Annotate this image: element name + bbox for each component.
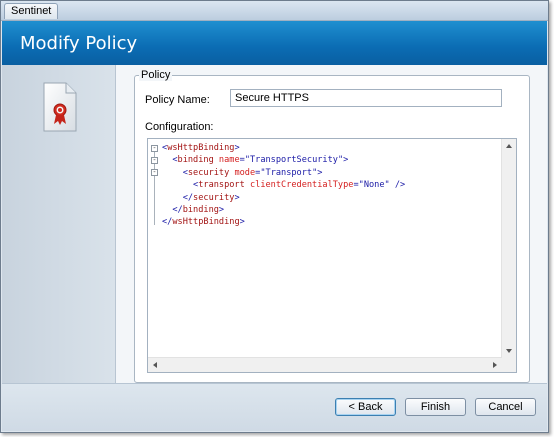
policy-group-legend: Policy: [139, 69, 173, 81]
cancel-button[interactable]: Cancel: [475, 398, 536, 416]
code-token: </: [162, 205, 183, 215]
scroll-down-arrow-icon[interactable]: [506, 349, 512, 353]
code-token: >: [317, 167, 323, 178]
scroll-left-arrow-icon[interactable]: [153, 362, 157, 368]
finish-button[interactable]: Finish: [405, 398, 466, 416]
code-token: "None": [358, 180, 390, 191]
code-token: <: [162, 167, 188, 178]
code-token: >: [234, 192, 240, 203]
code-token: </: [162, 192, 194, 203]
fold-toggle-icon[interactable]: -: [151, 144, 158, 152]
code-token: security: [193, 192, 235, 203]
code-token: mode: [229, 167, 256, 178]
policy-name-input[interactable]: Secure HTTPS: [230, 89, 502, 107]
certificate-document-icon: [43, 82, 77, 132]
configuration-editor[interactable]: <wsHttpBinding> - <binding name="Transpor…: [147, 138, 517, 373]
code-line: </wsHttpBinding>: [162, 216, 245, 228]
code-token: name: [213, 155, 240, 166]
window-title: Sentinet: [4, 3, 59, 19]
code-area[interactable]: <wsHttpBinding> - <binding name="Transpor…: [148, 141, 501, 357]
code-token: />: [389, 180, 406, 191]
code-token: <: [162, 180, 199, 191]
back-button[interactable]: < Back: [335, 398, 396, 416]
code-token: "Transport": [260, 167, 318, 178]
code-token: </: [162, 217, 173, 228]
code-line: </security>: [162, 192, 240, 204]
wizard-content: Policy Policy Name: Secure HTTPS Configu…: [2, 65, 547, 384]
policy-groupbox: Policy Policy Name: Secure HTTPS Configu…: [134, 69, 530, 383]
code-line: <security mode="Transport">: [162, 167, 323, 179]
code-token: transport: [198, 180, 245, 191]
code-token: clientCredentialType: [244, 180, 354, 191]
code-token: >: [343, 155, 349, 166]
code-token: >: [234, 143, 240, 153]
policy-name-label: Policy Name:: [145, 94, 210, 106]
fold-toggle-icon[interactable]: -: [151, 169, 158, 177]
code-token: >: [218, 205, 225, 215]
code-line: <transport clientCredentialType="None" /…: [162, 179, 405, 191]
scrollbar-corner: [502, 358, 516, 372]
code-token: security: [187, 167, 230, 178]
horizontal-scrollbar[interactable]: [148, 357, 502, 372]
scroll-up-arrow-icon[interactable]: [506, 144, 512, 148]
wizard-header: Modify Policy: [2, 21, 547, 65]
code-token: wsHttpBinding: [167, 143, 235, 153]
code-token: "TransportSecurity": [244, 155, 344, 166]
code-line: <binding name="TransportSecurity">: [162, 154, 348, 166]
code-token: binding: [182, 205, 219, 215]
page-title: Modify Policy: [20, 33, 138, 54]
fold-toggle-icon[interactable]: -: [151, 156, 158, 164]
vertical-scrollbar[interactable]: [501, 139, 516, 358]
code-line: <wsHttpBinding>: [162, 142, 240, 154]
left-panel: [2, 65, 116, 384]
code-token: >: [239, 217, 245, 228]
code-token: <: [162, 155, 178, 166]
title-bar: Sentinet: [1, 1, 548, 21]
configuration-label: Configuration:: [145, 121, 214, 133]
code-line: </binding>: [162, 204, 224, 216]
code-token: binding: [177, 155, 214, 166]
code-token: wsHttpBinding: [172, 217, 240, 228]
scroll-right-arrow-icon[interactable]: [493, 362, 497, 368]
modify-policy-window: Sentinet Modify Policy Policy Policy Nam…: [0, 0, 549, 433]
wizard-footer: < Back Finish Cancel: [2, 383, 547, 431]
